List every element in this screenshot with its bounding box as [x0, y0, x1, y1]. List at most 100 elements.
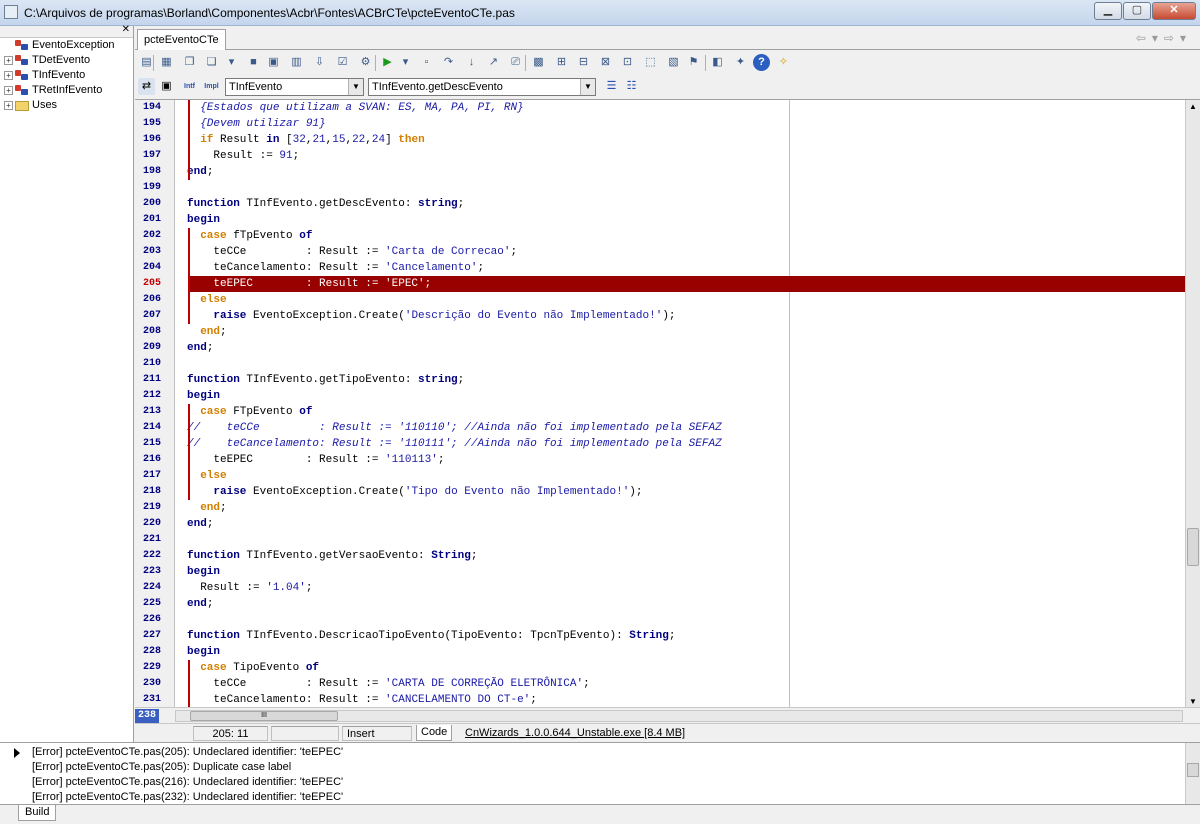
tree-item[interactable]: + TDetEvento [0, 53, 133, 68]
pause-icon[interactable]: ▫ [418, 54, 435, 71]
line-number: 212 [142, 390, 161, 401]
code-line: 215 // teCancelamento: Result := '110111'… [135, 436, 1185, 452]
messages-tab-bar: Build [0, 804, 1200, 824]
line-number: 208 [142, 326, 161, 337]
run-icon[interactable]: ▶ [379, 54, 396, 71]
code-line: 195 {Devem utilizar 91} [135, 116, 1185, 132]
messages-panel: [Error] pcteEventoCTe.pas(205): Undeclar… [0, 742, 1200, 805]
creation-order-icon[interactable]: ⊡ [619, 54, 636, 71]
code-line: 204 teCancelamento: Result := 'Cancelame… [135, 260, 1185, 276]
error-message[interactable]: [Error] pcteEventoCTe.pas(205): Undeclar… [32, 745, 343, 760]
help-icon[interactable]: ? [753, 54, 770, 71]
tip-icon[interactable]: ✧ [775, 54, 792, 71]
component-icon[interactable]: ▩ [530, 54, 547, 71]
close-icon[interactable]: ✕ [1152, 2, 1196, 20]
code-line: 218 raise EventoException.Create('Tipo d… [135, 484, 1185, 500]
error-message[interactable]: [Error] pcteEventoCTe.pas(216): Undeclar… [32, 775, 343, 790]
close-panel-icon[interactable]: ✕ [122, 24, 130, 35]
bookmark-icon[interactable]: ⚑ [685, 54, 702, 71]
options-icon[interactable]: ⚙ [357, 54, 374, 71]
code-explorer-tree: EventoException + TDetEvento + TInfEvento + TR… [0, 38, 133, 113]
scroll-down-icon[interactable]: ▼ [1189, 697, 1197, 706]
tree-item[interactable]: EventoException [0, 38, 133, 53]
paste-icon[interactable]: ❏ [203, 54, 220, 71]
vertical-scrollbar[interactable]: ▲ ▼ [1185, 100, 1200, 707]
chevron-down-icon[interactable]: ▼ [580, 79, 595, 95]
modified-indicator [271, 726, 339, 741]
tree-item[interactable]: + Uses [0, 98, 133, 113]
line-number: 217 [142, 470, 161, 481]
implementation-icon[interactable]: Impl [203, 78, 220, 95]
expand-icon[interactable]: + [4, 70, 13, 80]
tab-code[interactable]: Code [416, 725, 453, 741]
reset-icon[interactable]: ⎚ [507, 54, 524, 71]
palette-icon[interactable]: ▧ [665, 54, 682, 71]
size-icon[interactable]: ⊟ [575, 54, 592, 71]
tree-item[interactable]: + TRetInfEvento [0, 83, 133, 98]
open-project-icon[interactable]: ▥ [288, 54, 305, 71]
error-message[interactable]: [Error] pcteEventoCTe.pas(205): Duplicat… [32, 760, 291, 775]
code-line: 208 end; [135, 324, 1185, 340]
save-icon[interactable]: ■ [245, 54, 262, 71]
tab-pcteEventoCTe[interactable]: pcteEventoCTe [137, 29, 226, 50]
line-number: 227 [142, 630, 161, 641]
expand-icon[interactable]: + [4, 55, 13, 65]
code-line: 211 function TInfEvento.getTipoEvento: st… [135, 372, 1185, 388]
lock-icon[interactable]: ⬚ [642, 54, 659, 71]
code-line: 196 if Result in [32,21,15,22,24] then [135, 132, 1185, 148]
code-text: teCancelamento: Result := 'CANCELAMENTO … [187, 694, 537, 706]
run-menu-icon[interactable]: ▾ [397, 54, 414, 71]
line-number: 219 [142, 502, 161, 513]
expand-icon[interactable]: + [4, 100, 13, 110]
import-icon[interactable]: ⇩ [311, 54, 328, 71]
code-text: end; [200, 502, 227, 514]
window-list-icon[interactable]: ▣ [158, 78, 175, 95]
align-icon[interactable]: ⊞ [553, 54, 570, 71]
code-line: 225 end; [135, 596, 1185, 612]
tab-build[interactable]: Build [18, 805, 57, 821]
copy-icon[interactable]: ❐ [181, 54, 198, 71]
error-message[interactable]: [Error] pcteEventoCTe.pas(232): Undeclar… [32, 790, 343, 805]
line-number: 201 [142, 214, 161, 225]
code-text: end; [187, 598, 214, 610]
line-number: 222 [142, 550, 161, 561]
code-explorer-header: ✕ [0, 24, 133, 38]
scroll-up-icon[interactable]: ▲ [1189, 102, 1197, 111]
object-icon[interactable]: ◧ [709, 54, 726, 71]
class-selector[interactable]: TInfEvento ▼ [225, 78, 364, 96]
tools-icon[interactable]: ✦ [732, 54, 749, 71]
chevron-down-icon[interactable]: ▼ [348, 79, 363, 95]
trace-icon[interactable]: ↓ [463, 54, 480, 71]
line-number: 230 [142, 678, 161, 689]
interface-icon[interactable]: Intf [181, 78, 198, 95]
expand-icon[interactable]: + [4, 85, 13, 95]
scroll-thumb[interactable] [1187, 528, 1199, 566]
code-text: raise EventoException.Create('Descrição … [213, 310, 676, 322]
list-alt-icon[interactable]: ☷ [623, 78, 640, 95]
messages-scrollbar[interactable] [1185, 743, 1200, 805]
minimize-icon[interactable]: ▁ [1094, 2, 1122, 20]
code-text: teCCe : Result := 'CARTA DE CORREÇÃO ELE… [187, 678, 590, 690]
code-text: begin [187, 390, 221, 402]
open-icon[interactable]: ▾ [223, 54, 240, 71]
code-editor[interactable]: 194 {Estados que utilizam a SVAN: ES, MA… [135, 99, 1200, 707]
new-form-icon[interactable]: ▦ [158, 54, 175, 71]
step-icon[interactable]: ↷ [440, 54, 457, 71]
method-selector[interactable]: TInfEvento.getDescEvento ▼ [368, 78, 596, 96]
maximize-icon[interactable]: ▢ [1123, 2, 1151, 20]
code-text: function TInfEvento.getTipoEvento: strin… [187, 374, 465, 386]
line-number: 218 [142, 486, 161, 497]
horizontal-scrollbar[interactable]: III [175, 710, 1183, 722]
list-icon[interactable]: ☰ [603, 78, 620, 95]
code-text: end; [187, 518, 214, 530]
step-out-icon[interactable]: ↗ [485, 54, 502, 71]
tab-order-icon[interactable]: ⊠ [597, 54, 614, 71]
line-number: 213 [142, 406, 161, 417]
messages-scroll-thumb[interactable] [1187, 763, 1199, 777]
save-all-icon[interactable]: ▣ [265, 54, 282, 71]
hscroll-thumb[interactable]: III [190, 711, 338, 721]
jump-icon[interactable]: ⇄ [138, 78, 155, 95]
check-icon[interactable]: ☑ [334, 54, 351, 71]
history-nav-icons[interactable]: ⇦▾⇨▾ [1136, 31, 1192, 45]
tree-item[interactable]: + TInfEvento [0, 68, 133, 83]
